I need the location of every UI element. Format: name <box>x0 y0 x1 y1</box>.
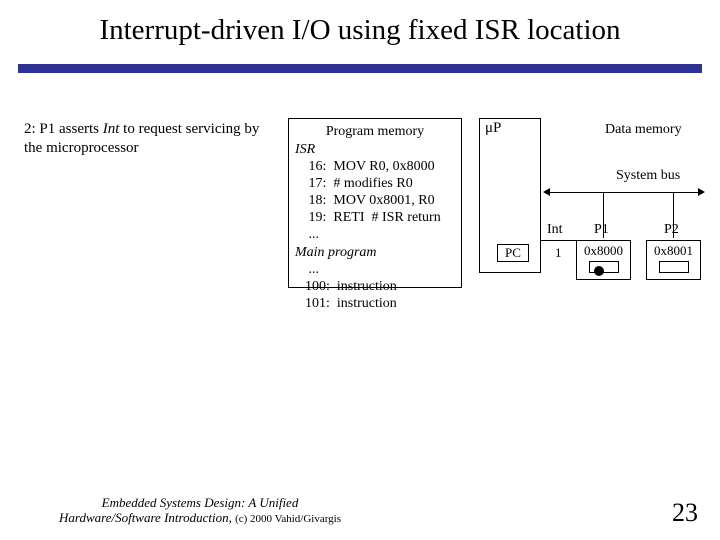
isr-label: ISR <box>295 141 455 158</box>
isr-line: 18: MOV 0x8001, R0 <box>295 192 455 209</box>
system-bus <box>548 192 700 193</box>
int-signal-line <box>541 240 577 241</box>
step-int-word: Int <box>103 121 120 137</box>
isr-line: 17: # modifies R0 <box>295 175 455 192</box>
slide: Interrupt-driven I/O using fixed ISR loc… <box>0 0 720 540</box>
p2-data-cell <box>659 261 689 273</box>
int-label: Int <box>547 222 563 238</box>
p1-label: P1 <box>594 222 609 238</box>
isr-line: 19: RETI # ISR return <box>295 209 455 226</box>
page-number: 23 <box>672 498 698 528</box>
program-memory-title: Program memory <box>295 123 455 140</box>
footer-citation: Embedded Systems Design: A Unified Hardw… <box>30 496 370 526</box>
footer-line1: Embedded Systems Design: A Unified <box>102 495 299 510</box>
isr-line: ... <box>295 226 455 243</box>
p1-address: 0x8000 <box>577 243 630 259</box>
isr-line: 16: MOV R0, 0x8000 <box>295 158 455 175</box>
p2-address: 0x8001 <box>647 243 700 259</box>
microprocessor-label: μP <box>485 120 501 137</box>
pc-register: PC <box>497 244 529 262</box>
bus-arrow-left-icon <box>543 188 550 196</box>
main-line: ... <box>295 261 455 278</box>
title-rule <box>18 64 702 73</box>
bus-arrow-right-icon <box>698 188 705 196</box>
p2-label: P2 <box>664 222 679 238</box>
step-text: 2: P1 asserts Int to request servicing b… <box>24 120 280 158</box>
main-line: 101: instruction <box>295 295 455 312</box>
int-value: 1 <box>555 245 562 261</box>
page-title: Interrupt-driven I/O using fixed ISR loc… <box>0 14 720 47</box>
p2-box: 0x8001 <box>646 240 701 280</box>
step-prefix: 2: P1 asserts <box>24 121 103 137</box>
p1-box: 0x8000 <box>576 240 631 280</box>
main-line: 100: instruction <box>295 278 455 295</box>
system-bus-label: System bus <box>616 168 680 184</box>
p1-data-dot-icon <box>594 266 604 276</box>
data-memory-label: Data memory <box>605 122 682 138</box>
main-label: Main program <box>295 244 455 261</box>
footer-line2-ital: Hardware/Software Introduction, <box>59 510 235 525</box>
program-memory-box: Program memory ISR 16: MOV R0, 0x8000 17… <box>288 118 462 288</box>
footer-copyright: (c) 2000 Vahid/Givargis <box>235 513 341 525</box>
